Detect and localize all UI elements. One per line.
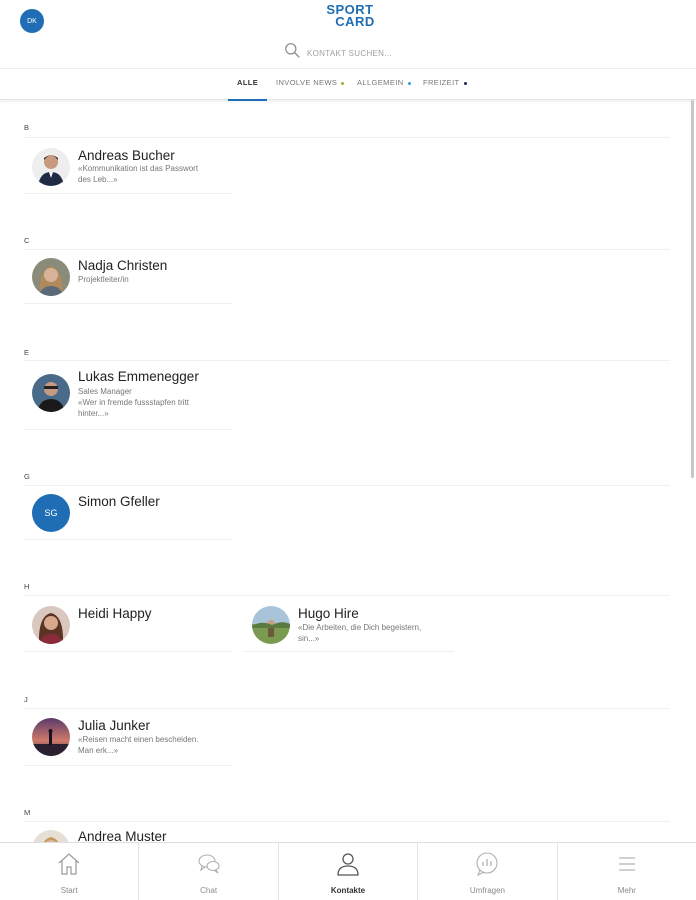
tab-allgemein[interactable]: ALLGEMEIN (357, 78, 411, 100)
contact-card-andrea-muster[interactable]: Andrea Muster (24, 820, 232, 842)
category-dot-icon (463, 81, 467, 85)
card-divider (24, 193, 232, 194)
avatar (32, 718, 70, 756)
search-input[interactable] (307, 48, 427, 58)
nav-kontakte[interactable]: Kontakte (279, 843, 419, 900)
contact-name: Lukas Emmenegger (78, 369, 199, 384)
category-dot-icon (407, 81, 411, 85)
section-letter: J (24, 695, 28, 704)
section-divider (24, 360, 670, 361)
contact-card-andreas-bucher[interactable]: Andreas Bucher «Kommunikation ist das Pa… (24, 138, 232, 194)
subtitle-line: Projektleiter/in (78, 275, 129, 284)
subtitle-line: «Wer in fremde fussstapfen tritt (78, 398, 190, 407)
nav-label: Kontakte (330, 886, 366, 895)
nav-label: Start (60, 886, 78, 895)
avatar (32, 830, 70, 842)
contact-card-heidi-happy[interactable]: Heidi Happy (24, 596, 232, 652)
nav-start[interactable]: Start (0, 843, 140, 900)
contact-subtitle: Projektleiter/in (78, 274, 228, 285)
chat-icon (198, 854, 220, 874)
section-letter: B (24, 123, 30, 132)
person-icon (337, 853, 359, 876)
search-icon[interactable] (284, 42, 301, 64)
nav-label: Mehr (617, 886, 636, 895)
scrollbar[interactable] (691, 100, 694, 478)
logo-line2: CARD (335, 14, 375, 29)
tab-freizeit[interactable]: FREIZEIT (423, 78, 467, 100)
section-letter: H (24, 582, 30, 591)
tab-label: ALLE (237, 78, 259, 87)
subtitle-line: Man erk...» (78, 746, 119, 755)
subtitle-line: des Leb...» (78, 175, 118, 184)
contact-card-lukas-emmenegger[interactable]: Lukas Emmenegger Sales Manager «Wer in fr… (24, 362, 232, 430)
contact-name: Nadja Christen (78, 258, 168, 273)
section-letter: M (24, 808, 31, 817)
home-icon (58, 853, 80, 875)
contact-name: Andreas Bucher (78, 148, 175, 163)
card-divider (24, 539, 232, 540)
filter-tabs: ALLE INVOLVE NEWS ALLGEMEIN FREIZEIT (0, 74, 696, 101)
subtitle-line: «Die Arbeiten, die Dich begeistern, (298, 623, 422, 632)
tab-alle[interactable]: ALLE (227, 78, 268, 101)
contact-name: Heidi Happy (78, 606, 152, 621)
avatar (32, 606, 70, 644)
section-letter: C (24, 236, 30, 245)
header-divider (0, 68, 696, 69)
card-divider (244, 651, 454, 652)
nav-umfragen[interactable]: Umfragen (418, 843, 558, 900)
subtitle-line: «Reisen macht einen bescheiden. (78, 735, 199, 744)
tab-label: INVOLVE NEWS (276, 78, 338, 87)
user-avatar[interactable]: DK (20, 9, 44, 33)
contact-subtitle: Sales Manager «Wer in fremde fussstapfen … (78, 386, 228, 419)
nav-label: Chat (200, 886, 218, 895)
avatar (32, 148, 70, 186)
card-divider (24, 303, 232, 304)
contact-card-simon-gfeller[interactable]: SG Simon Gfeller (24, 484, 232, 540)
contact-name: Hugo Hire (298, 606, 359, 621)
card-divider (24, 765, 232, 766)
avatar-initials: SG (32, 494, 70, 532)
poll-icon (476, 852, 498, 877)
sportcard-logo: SPORT CARD (320, 3, 380, 29)
app-header: DK SPORT CARD ALLE INVOLVE NEWS ALLGEMEI… (0, 0, 696, 101)
contact-card-hugo-hire[interactable]: Hugo Hire «Die Arbeiten, die Dich begeis… (244, 596, 454, 652)
contact-name: Simon Gfeller (78, 494, 160, 509)
avatar (252, 606, 290, 644)
nav-label: Umfragen (469, 886, 505, 895)
nav-mehr[interactable]: Mehr (558, 843, 696, 900)
subtitle-line: Sales Manager (78, 387, 132, 396)
section-letter: G (24, 472, 30, 481)
tab-label: ALLGEMEIN (357, 78, 404, 87)
tab-label: FREIZEIT (423, 78, 460, 87)
subtitle-line: «Kommunikation ist das Passwort (78, 164, 199, 173)
contact-list: B Andreas Bucher «Kommunikation ist das … (0, 100, 696, 842)
section-letter: E (24, 348, 30, 357)
contact-subtitle: «Die Arbeiten, die Dich begeistern, sin..… (298, 622, 458, 644)
contact-subtitle: «Kommunikation ist das Passwort des Leb..… (78, 163, 228, 185)
contact-name: Andrea Muster (78, 829, 167, 842)
menu-icon (618, 857, 635, 871)
tab-involve-news[interactable]: INVOLVE NEWS (276, 78, 345, 100)
subtitle-line: sin...» (298, 634, 320, 643)
nav-chat[interactable]: Chat (139, 843, 279, 900)
category-dot-icon (341, 81, 345, 85)
card-divider (24, 429, 232, 430)
contact-search (284, 42, 427, 64)
contact-card-julia-junker[interactable]: Julia Junker «Reisen macht einen beschei… (24, 708, 232, 766)
contact-subtitle: «Reisen macht einen bescheiden. Man erk..… (78, 734, 228, 756)
subtitle-line: hinter...» (78, 409, 109, 418)
contact-name: Julia Junker (78, 718, 151, 733)
card-divider (24, 651, 232, 652)
avatar (32, 258, 70, 296)
contact-card-nadja-christen[interactable]: Nadja Christen Projektleiter/in (24, 248, 232, 304)
bottom-navigation: Start Chat Kontakte Umfragen Mehr (0, 842, 696, 900)
avatar (32, 374, 70, 412)
